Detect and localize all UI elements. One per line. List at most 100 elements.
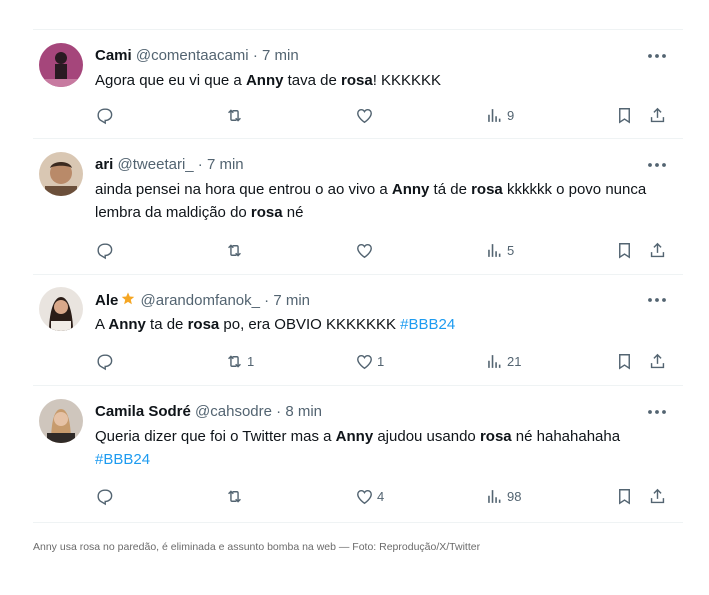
tweet-card[interactable]: ari @tweetari_ · 7 min ainda pensei na h… [33,139,683,275]
text-segment: tava de [283,72,341,89]
text-segment: ajudou usando [373,428,480,445]
share-icon [648,241,667,260]
views-icon [485,241,504,260]
share-icon [648,352,667,371]
hashtag-link[interactable]: #BBB24 [95,451,150,468]
tweet-actions: 1 1 21 [95,352,667,372]
like-icon [355,241,374,260]
bookmark-button[interactable] [615,106,634,125]
tweet-feed: Cami @comentaacami · 7 min Agora que eu … [33,29,683,523]
views-button[interactable]: 5 [485,241,514,260]
retweet-count: 1 [247,354,255,369]
views-icon [485,487,504,506]
highlight-term: Anny [108,316,146,333]
avatar[interactable] [39,152,83,196]
tweet-text: A Anny ta de rosa po, era OBVIO KKKKKKK … [95,313,663,336]
retweet-button[interactable] [225,241,244,260]
retweet-icon [225,106,244,125]
views-count: 98 [507,489,522,504]
hashtag-link[interactable]: #BBB24 [400,316,455,333]
tweet-actions: 9 [95,106,667,126]
share-icon [648,106,667,125]
like-button[interactable]: 1 [355,352,384,371]
text-segment: ta de [145,316,188,333]
author-name[interactable]: Cami [95,47,132,64]
reply-button[interactable] [95,106,114,125]
highlight-term: rosa [341,72,373,89]
text-segment: A [95,316,109,333]
tweet-text: ainda pensei na hora que entrou o ao viv… [95,178,663,224]
text-segment: ainda pensei na hora que entrou o ao viv… [95,181,392,198]
like-icon [355,106,374,125]
retweet-button[interactable] [225,487,244,506]
like-icon [355,352,374,371]
star-icon [122,292,135,305]
views-count: 21 [507,354,522,369]
more-icon[interactable] [647,52,667,60]
highlight-term: rosa [250,204,283,221]
retweet-button[interactable] [225,106,244,125]
text-segment: po, era OBVIO KKKKKKK [219,316,401,333]
bookmark-button[interactable] [615,352,634,371]
text-segment: tá de [429,181,472,198]
reply-button[interactable] [95,352,114,371]
retweet-icon [225,487,244,506]
author-handle[interactable]: @tweetari_ [118,156,194,173]
more-icon[interactable] [647,408,667,416]
like-count: 4 [377,489,385,504]
share-button[interactable] [648,487,667,506]
tweet-header: Ale @arandomfanok_ · 7 min [95,291,310,309]
avatar[interactable] [39,399,83,443]
share-button[interactable] [648,352,667,371]
author-name[interactable]: Camila Sodré [95,403,191,420]
highlight-term: rosa [479,428,512,445]
tweet-actions: 4 98 [95,487,667,507]
tweet-card[interactable]: Camila Sodré @cahsodre · 8 min Queria di… [33,386,683,523]
bookmark-icon [615,241,634,260]
tweet-card[interactable]: Cami @comentaacami · 7 min Agora que eu … [33,29,683,139]
tweet-card[interactable]: Ale @arandomfanok_ · 7 min A Anny ta de … [33,275,683,386]
share-button[interactable] [648,106,667,125]
author-handle[interactable]: @cahsodre [195,403,272,420]
views-button[interactable]: 21 [485,352,521,371]
author-handle[interactable]: @comentaacami [136,47,249,64]
retweet-icon [225,241,244,260]
tweet-time[interactable]: · 8 min [276,403,322,420]
like-button[interactable] [355,241,374,260]
text-segment: ! KKKKKK [372,72,442,89]
text-segment: Agora que eu vi que a [95,72,246,89]
reply-icon [95,487,114,506]
author-name[interactable]: ari [95,156,113,173]
like-button[interactable] [355,106,374,125]
views-button[interactable]: 9 [485,106,514,125]
share-button[interactable] [648,241,667,260]
author-name[interactable]: Ale [95,292,118,309]
views-count: 9 [507,108,515,123]
avatar[interactable] [39,43,83,87]
bookmark-button[interactable] [615,487,634,506]
reply-button[interactable] [95,241,114,260]
avatar[interactable] [39,287,83,331]
reply-icon [95,352,114,371]
highlight-term: Anny [335,428,374,445]
retweet-button[interactable]: 1 [225,352,254,371]
share-icon [648,487,667,506]
tweet-time[interactable]: · 7 min [253,47,299,64]
highlight-term: rosa [187,316,220,333]
tweet-text: Queria dizer que foi o Twitter mas a Ann… [95,425,663,471]
more-icon[interactable] [647,161,667,169]
like-count: 1 [377,354,385,369]
like-icon [355,487,374,506]
author-handle[interactable]: @arandomfanok_ [141,292,260,309]
more-icon[interactable] [647,296,667,304]
text-segment: né hahahahaha [511,428,621,445]
tweet-time[interactable]: · 7 min [198,156,244,173]
like-button[interactable]: 4 [355,487,384,506]
bookmark-icon [615,106,634,125]
views-button[interactable]: 98 [485,487,521,506]
views-icon [485,106,504,125]
bookmark-button[interactable] [615,241,634,260]
tweet-time[interactable]: · 7 min [264,292,310,309]
reply-button[interactable] [95,487,114,506]
views-icon [485,352,504,371]
